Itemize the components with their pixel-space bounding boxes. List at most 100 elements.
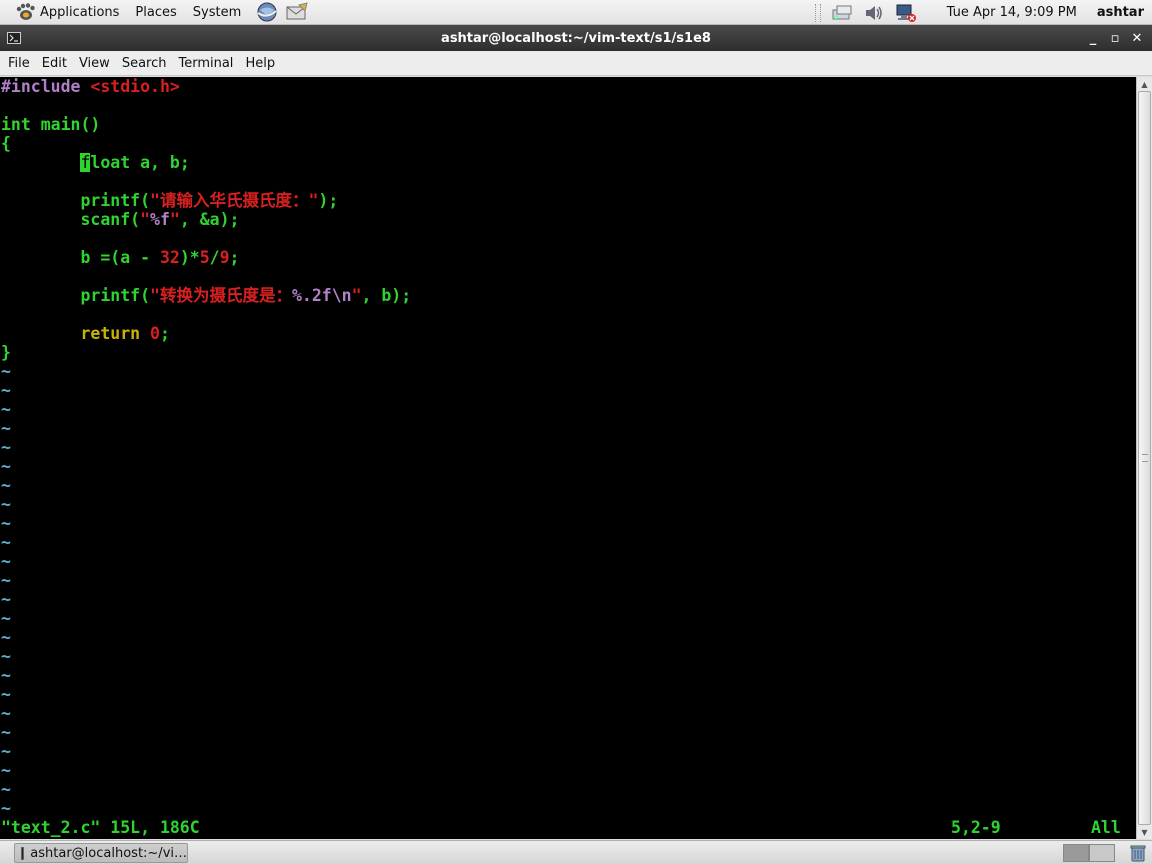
network-disconnected-icon[interactable] <box>895 3 917 23</box>
menu-terminal[interactable]: Terminal <box>172 56 239 71</box>
scrollbar-thumb[interactable] <box>1138 91 1151 825</box>
empty-line-tilde: ~ <box>1 609 11 628</box>
empty-line-tilde: ~ <box>1 495 11 514</box>
code-line: return 0; <box>1 324 170 343</box>
top-panel: Applications Places System Tue Apr 14, 9… <box>0 0 1152 25</box>
empty-line-tilde: ~ <box>1 533 11 552</box>
code-token: ); <box>318 191 339 210</box>
menu-edit[interactable]: Edit <box>36 56 73 71</box>
terminal-menubar: File Edit View Search Terminal Help <box>0 51 1152 76</box>
code-token: "转换为摄氏度是： <box>150 286 292 305</box>
code-token: 5 <box>199 248 210 267</box>
code-line: scanf("%f", &a); <box>1 210 239 229</box>
empty-line-tilde: ~ <box>1 761 11 780</box>
code-token: { <box>1 134 11 153</box>
code-token: 9 <box>219 248 230 267</box>
menu-view[interactable]: View <box>73 56 116 71</box>
web-browser-launcher-icon[interactable] <box>255 1 279 23</box>
empty-line-tilde: ~ <box>1 780 11 799</box>
code-token: )* <box>179 248 200 267</box>
user-menu[interactable]: ashtar <box>1097 5 1144 20</box>
code-token: %.2f\n <box>291 286 352 305</box>
terminal-scrollbar[interactable]: ▲ ▼ <box>1136 77 1152 839</box>
empty-line-tilde: ~ <box>1 704 11 723</box>
network-connection-icon[interactable] <box>831 3 853 23</box>
tray-separator <box>814 3 821 22</box>
gnome-foot-icon <box>16 3 35 20</box>
empty-line-tilde: ~ <box>1 381 11 400</box>
taskbar-terminal-button[interactable]: ashtar@localhost:~/vi… <box>14 843 188 863</box>
code-token: int main() <box>1 115 101 134</box>
clock[interactable]: Tue Apr 14, 9:09 PM <box>947 5 1077 20</box>
window-controls: _ ▫ ✕ <box>1082 25 1148 51</box>
vim-scroll-position: All <box>1091 818 1121 837</box>
empty-line-tilde: ~ <box>1 476 11 495</box>
empty-line-tilde: ~ <box>1 628 11 647</box>
terminal-window-icon[interactable] <box>7 32 21 44</box>
volume-icon[interactable] <box>863 3 885 23</box>
code-token: 32 <box>159 248 180 267</box>
code-line: int main() <box>1 115 100 134</box>
code-line: #include <stdio.h> <box>1 77 180 96</box>
code-token: , &a); <box>179 210 240 229</box>
empty-line-tilde: ~ <box>1 647 11 666</box>
code-line: { <box>1 134 11 153</box>
empty-line-tilde: ~ <box>1 419 11 438</box>
mail-launcher-icon[interactable] <box>285 1 309 23</box>
code-token: ; <box>159 324 170 343</box>
scroll-down-arrow-icon[interactable]: ▼ <box>1137 825 1152 839</box>
code-token: " <box>351 286 362 305</box>
empty-line-tilde: ~ <box>1 457 11 476</box>
places-menu[interactable]: Places <box>127 0 184 25</box>
workspace-2[interactable] <box>1089 844 1115 862</box>
maximize-button[interactable]: ▫ <box>1104 28 1126 48</box>
menu-search[interactable]: Search <box>116 56 173 71</box>
panel-menu: Applications Places System <box>0 0 309 25</box>
empty-line-tilde: ~ <box>1 438 11 457</box>
terminal-task-icon <box>21 846 25 860</box>
code-line: } <box>1 343 11 362</box>
code-token: #include <box>1 77 91 96</box>
applications-label: Applications <box>40 4 120 20</box>
taskbar-terminal-label: ashtar@localhost:~/vi… <box>30 845 187 861</box>
bottom-panel: ashtar@localhost:~/vi… <box>0 840 1152 864</box>
workspace-switcher <box>1063 844 1115 862</box>
workspace-1[interactable] <box>1063 844 1089 862</box>
menu-help[interactable]: Help <box>239 56 281 71</box>
terminal-vim-editor[interactable]: "text_2.c" 15L, 186C 5,2-9 All #include … <box>0 77 1136 839</box>
code-line: float a, b; <box>1 153 190 172</box>
code-line: b =(a - 32)*5/9; <box>1 248 239 267</box>
code-token: %f <box>150 210 170 229</box>
menu-file[interactable]: File <box>2 56 36 71</box>
empty-line-tilde: ~ <box>1 514 11 533</box>
window-titlebar[interactable]: ashtar@localhost:~/vim-text/s1/s1e8 _ ▫ … <box>0 25 1152 51</box>
empty-line-tilde: ~ <box>1 666 11 685</box>
vim-cursor-position: 5,2-9 <box>951 818 1001 837</box>
scroll-up-arrow-icon[interactable]: ▲ <box>1137 77 1152 91</box>
code-token: ; <box>229 248 240 267</box>
code-line: printf("请输入华氏摄氏度："); <box>1 191 338 210</box>
code-token: a, b; <box>130 153 190 172</box>
code-token: printf( <box>1 286 151 305</box>
empty-line-tilde: ~ <box>1 571 11 590</box>
vim-status-message: "text_2.c" 15L, 186C <box>1 818 200 837</box>
trash-icon[interactable] <box>1128 843 1148 863</box>
empty-line-tilde: ~ <box>1 799 11 818</box>
system-menu[interactable]: System <box>185 0 249 25</box>
code-token: } <box>1 343 11 362</box>
code-token: " <box>169 210 180 229</box>
code-token: <stdio.h> <box>90 77 180 96</box>
window-title: ashtar@localhost:~/vim-text/s1/s1e8 <box>441 30 711 46</box>
code-token: / <box>209 248 220 267</box>
close-button[interactable]: ✕ <box>1126 28 1148 48</box>
code-token: return <box>80 324 141 343</box>
applications-menu[interactable]: Applications <box>6 0 127 25</box>
minimize-button[interactable]: _ <box>1082 28 1104 48</box>
empty-line-tilde: ~ <box>1 590 11 609</box>
empty-line-tilde: ~ <box>1 400 11 419</box>
code-token: "请输入华氏摄氏度：" <box>150 191 319 210</box>
empty-line-tilde: ~ <box>1 362 11 381</box>
